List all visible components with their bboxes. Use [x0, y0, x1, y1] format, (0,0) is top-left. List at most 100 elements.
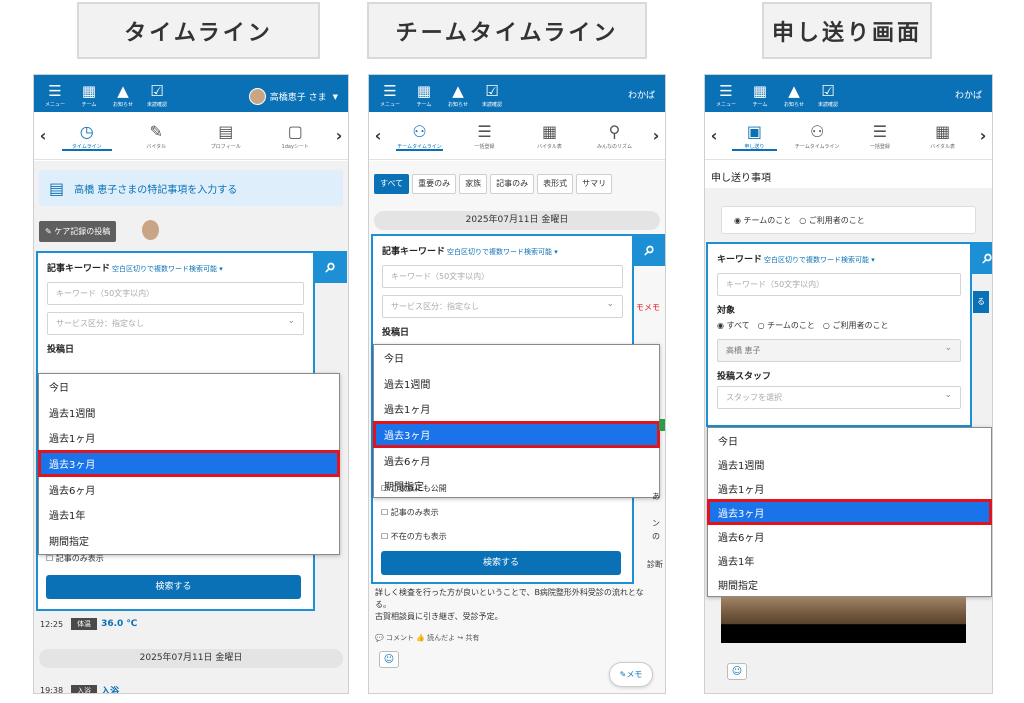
- unread-button[interactable]: ☑ 未読確認: [813, 82, 843, 109]
- date-option-1month[interactable]: 過去1ヶ月: [374, 396, 659, 422]
- date-option-custom[interactable]: 期間指定: [39, 528, 339, 554]
- record-row[interactable]: 12:25 体温 36.0 ℃: [40, 618, 137, 630]
- search-icon[interactable]: ⌕: [315, 251, 347, 283]
- tab-team-timeline[interactable]: ⚇ チームタイムライン: [387, 112, 452, 159]
- team-button[interactable]: ▦ チーム: [745, 82, 775, 109]
- date-option-3months[interactable]: 過去3ヶ月: [373, 420, 660, 449]
- tab-1day-sheet[interactable]: ▢ 1dayシート: [261, 112, 331, 159]
- tab-vital-table[interactable]: ▦ バイタル表: [517, 112, 582, 159]
- keyword-input[interactable]: キーワード（50文字以内）: [47, 282, 304, 305]
- unread-button[interactable]: ☑ 未読確認: [477, 82, 507, 109]
- date-option-custom[interactable]: 期間指定: [708, 572, 991, 596]
- tab-team-timeline[interactable]: ⚇ チームタイムライン: [786, 112, 849, 159]
- date-option-1year[interactable]: 過去1年: [39, 502, 339, 528]
- tab-profile[interactable]: ▤ プロフィール: [191, 112, 261, 159]
- tab-timeline[interactable]: ◷ タイムライン: [52, 112, 122, 159]
- search-icon[interactable]: ⌕: [972, 242, 992, 274]
- target-radio-group[interactable]: ◉ すべて ○ チームのこと ○ ご利用者のこと: [717, 320, 961, 331]
- date-option-1week[interactable]: 過去1週間: [39, 400, 339, 426]
- post-actions[interactable]: 💬 コメント 👍 読んだよ ↪ 共有: [375, 633, 479, 643]
- tab-handover[interactable]: ▣ 申し送り: [723, 112, 786, 159]
- emoji-icon[interactable]: ☺: [727, 663, 747, 680]
- date-option-3months[interactable]: 過去3ヶ月: [707, 499, 992, 525]
- chevron-left-icon[interactable]: ‹: [34, 126, 52, 145]
- team-button[interactable]: ▦ チーム: [74, 82, 104, 109]
- date-option-today[interactable]: 今日: [39, 374, 339, 400]
- date-dropdown[interactable]: 今日 過去1週間 過去1ヶ月 過去3ヶ月 過去6ヶ月 過去1年 期間指定: [38, 373, 340, 555]
- filter-all[interactable]: すべて: [374, 174, 410, 194]
- date-dropdown[interactable]: 今日 過去1週間 過去1ヶ月 過去3ヶ月 過去6ヶ月 期間指定: [373, 344, 660, 498]
- keyword-hint-toggle[interactable]: 空白区切りで複数ワード検索可能 ▾: [447, 248, 558, 256]
- menu-icon: ☰: [48, 82, 62, 100]
- date-option-1week[interactable]: 過去1週間: [374, 371, 659, 397]
- date-option-3months[interactable]: 過去3ヶ月: [38, 449, 340, 478]
- person-select[interactable]: 高橋 恵子: [717, 339, 961, 362]
- chevron-right-icon[interactable]: ›: [974, 126, 992, 145]
- table-icon: ▦: [541, 122, 558, 141]
- date-option-1week[interactable]: 過去1週間: [708, 452, 991, 476]
- care-record-post-button[interactable]: ✎ ケア記録の投稿: [39, 221, 117, 242]
- filter-table[interactable]: 表形式: [537, 174, 574, 194]
- phone-timeline: ☰ メニュー ▦ チーム ▲ お知らせ ☑ 未読確認 高橋恵子 さま ▼ ‹ ◷ タイムライ…: [33, 74, 349, 694]
- memo-button[interactable]: ✎メモ: [609, 662, 653, 687]
- tab-vital-table[interactable]: ▦ バイタル表: [911, 112, 974, 159]
- date-option-today[interactable]: 今日: [708, 428, 991, 452]
- chevron-right-icon[interactable]: ›: [330, 126, 348, 145]
- tab-bulk-register[interactable]: ☰ 一括登録: [849, 112, 912, 159]
- filter-article[interactable]: 記事のみ: [490, 174, 535, 194]
- chevron-left-icon[interactable]: ‹: [705, 126, 723, 145]
- article-only-checkbox[interactable]: ☐ 記事のみ表示: [381, 507, 439, 518]
- special-note-button[interactable]: ▤ 高橋 恵子さまの特記事項を入力する: [39, 170, 343, 206]
- notification-button[interactable]: ▲ お知らせ: [443, 82, 473, 109]
- service-select[interactable]: サービス区分：指定なし: [47, 312, 304, 335]
- tab-vital[interactable]: ✎ バイタル: [122, 112, 192, 159]
- notification-button[interactable]: ▲ お知らせ: [779, 82, 809, 109]
- clipboard-check-icon: ☑: [821, 82, 835, 100]
- date-option-6months[interactable]: 過去6ヶ月: [708, 524, 991, 548]
- tab-bulk-register[interactable]: ☰ 一括登録: [452, 112, 517, 159]
- filter-important[interactable]: 重要のみ: [412, 174, 457, 194]
- family-public-checkbox[interactable]: ☐ ご家族にも公開: [381, 483, 447, 494]
- keyword-hint-toggle[interactable]: 空白区切りで複数ワード検索可能 ▾: [764, 256, 875, 264]
- clipboard-icon: ▢: [287, 122, 303, 141]
- keyword-input[interactable]: キーワード（50文字以内）: [382, 265, 623, 288]
- category-radio-group[interactable]: ◉ チームのこと ○ ご利用者のこと: [721, 206, 976, 234]
- menu-button[interactable]: ☰ メニュー: [375, 82, 405, 109]
- keyword-input[interactable]: キーワード（50文字以内）: [717, 273, 961, 296]
- absent-show-checkbox[interactable]: ☐ 不在の方も表示: [381, 531, 447, 542]
- date-option-1year[interactable]: 過去1年: [708, 548, 991, 572]
- unread-button[interactable]: ☑ 未読確認: [142, 82, 172, 109]
- service-select[interactable]: サービス区分：指定なし: [382, 295, 623, 318]
- menu-button[interactable]: ☰ メニュー: [40, 82, 70, 109]
- date-dropdown[interactable]: 今日 過去1週間 過去1ヶ月 過去3ヶ月 過去6ヶ月 過去1年 期間指定: [707, 427, 992, 597]
- person-clock-icon: ⚲: [608, 122, 621, 141]
- tab-row: ‹ ◷ タイムライン ✎ バイタル ▤ プロフィール ▢ 1dayシート ›: [34, 112, 348, 160]
- chevron-right-icon[interactable]: ›: [647, 126, 665, 145]
- side-action-button[interactable]: る: [973, 291, 989, 313]
- user-menu[interactable]: 高橋恵子 さま ▼: [248, 88, 338, 105]
- date-option-1month[interactable]: 過去1ヶ月: [708, 476, 991, 500]
- staff-select[interactable]: スタッフを選択: [717, 386, 961, 409]
- search-button[interactable]: 検索する: [381, 551, 621, 575]
- emoji-icon[interactable]: ☺: [379, 651, 399, 668]
- edit-icon: ✎: [45, 227, 55, 236]
- bell-icon: ▲: [117, 82, 129, 100]
- record-row[interactable]: 19:38 入浴 入浴: [40, 684, 119, 693]
- status-badge: 入浴: [71, 684, 98, 693]
- date-option-6months[interactable]: 過去6ヶ月: [374, 447, 659, 473]
- date-option-6months[interactable]: 過去6ヶ月: [39, 476, 339, 502]
- chevron-left-icon[interactable]: ‹: [369, 126, 387, 145]
- menu-button[interactable]: ☰ メニュー: [711, 82, 741, 109]
- keyword-hint-toggle[interactable]: 空白区切りで複数ワード検索可能 ▾: [112, 265, 223, 273]
- search-icon[interactable]: ⌕: [634, 234, 665, 266]
- filter-summary[interactable]: サマリ: [576, 174, 613, 194]
- notification-button[interactable]: ▲ お知らせ: [108, 82, 138, 109]
- date-option-1month[interactable]: 過去1ヶ月: [39, 425, 339, 451]
- menu-icon: ☰: [383, 82, 397, 100]
- tab-everyone-rhythm[interactable]: ⚲ みんなのリズム: [582, 112, 647, 159]
- team-button[interactable]: ▦ チーム: [409, 82, 439, 109]
- article-only-checkbox[interactable]: ☐ 記事のみ表示: [46, 553, 104, 564]
- search-button[interactable]: 検索する: [46, 575, 301, 599]
- date-option-today[interactable]: 今日: [374, 345, 659, 371]
- filter-family[interactable]: 家族: [459, 174, 488, 194]
